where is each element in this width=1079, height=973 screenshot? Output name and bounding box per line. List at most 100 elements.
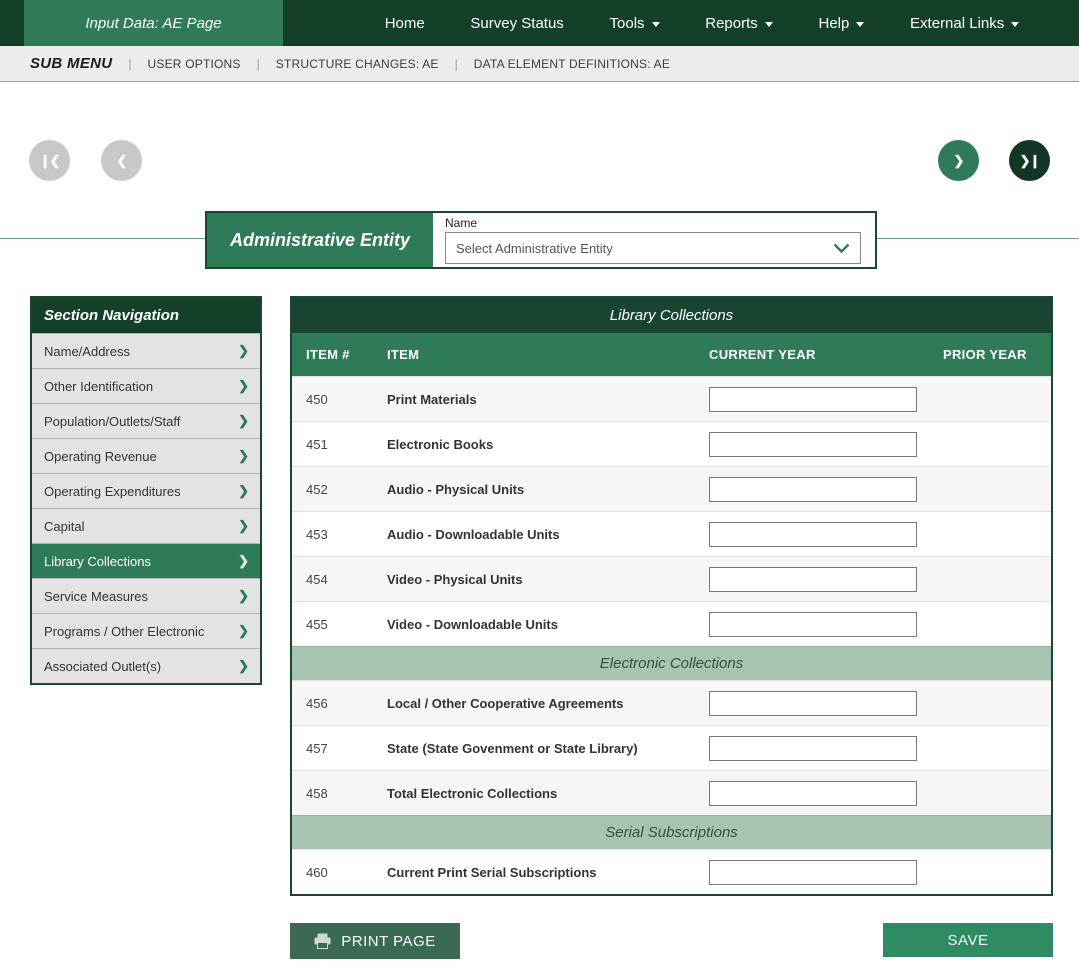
table-column-header: ITEM # ITEM CURRENT YEAR PRIOR YEAR [292, 333, 1051, 376]
current-year-input-460[interactable] [709, 860, 917, 885]
submenu-title: SUB MENU [30, 55, 112, 72]
table-title: Library Collections [292, 298, 1051, 333]
submenu-item-user-options[interactable]: USER OPTIONS [148, 57, 241, 71]
next-page-icon: ❯ [954, 153, 964, 169]
table-section-header-serial-subscriptions: Serial Subscriptions [292, 815, 1051, 849]
admin-entity-select[interactable]: Select Administrative Entity [445, 232, 861, 264]
table-row-458: 458Total Electronic Collections [292, 770, 1051, 815]
current-year-cell [699, 567, 927, 592]
sidebar-item-name-address[interactable]: Name/Address ❯ [32, 333, 260, 368]
current-year-cell [699, 612, 927, 637]
table-row-460: 460Current Print Serial Subscriptions [292, 849, 1051, 894]
submenu-item-data-element-definitions-ae[interactable]: DATA ELEMENT DEFINITIONS: AE [474, 57, 670, 71]
current-year-cell [699, 477, 927, 502]
current-year-cell [699, 522, 927, 547]
item-label: Audio - Physical Units [387, 482, 699, 497]
item-number: 453 [292, 527, 387, 542]
save-button[interactable]: SAVE [883, 923, 1053, 957]
sidebar-item-label: Name/Address [44, 344, 130, 359]
last-page-icon: ❯❙ [1020, 153, 1040, 169]
submenu-separator: | [257, 57, 260, 71]
item-number: 456 [292, 696, 387, 711]
submenu-item-structure-changes-ae[interactable]: STRUCTURE CHANGES: AE [276, 57, 439, 71]
chevron-right-icon: ❯ [238, 623, 249, 639]
col-current-year: CURRENT YEAR [699, 347, 927, 362]
sidebar-item-label: Operating Revenue [44, 449, 157, 464]
nav-item-home[interactable]: Home [385, 15, 425, 32]
caret-down-icon [652, 22, 660, 27]
nav-item-input-data-ae-page[interactable]: Input Data: AE Page [24, 0, 283, 46]
sidebar-item-programs-other-electronic[interactable]: Programs / Other Electronic ❯ [32, 613, 260, 648]
submenu-separator: | [128, 57, 131, 71]
nav-item-tools[interactable]: Tools [610, 15, 660, 32]
current-year-input-453[interactable] [709, 522, 917, 547]
sidebar-item-associated-outlet-s[interactable]: Associated Outlet(s)❯ [32, 648, 260, 683]
submenu-separator: | [455, 57, 458, 71]
current-year-cell [699, 691, 927, 716]
col-item: ITEM [387, 347, 699, 362]
chevron-right-icon: ❯ [238, 518, 249, 534]
chevron-right-icon: ❯ [238, 343, 249, 359]
nav-item-survey-status[interactable]: Survey Status [470, 15, 563, 32]
sidebar-item-library-collections[interactable]: Library Collections❯ [32, 543, 260, 578]
print-page-button[interactable]: PRINT PAGE [290, 923, 460, 959]
nav-item-reports[interactable]: Reports [705, 15, 773, 32]
next-page-button[interactable]: ❯ [938, 140, 979, 181]
nav-item-label: Reports [705, 15, 758, 32]
first-page-icon: ❙❮ [40, 153, 60, 169]
sidebar-item-population-outlets-staff[interactable]: Population/Outlets/Staff ❯ [32, 403, 260, 438]
table-row-452: 452Audio - Physical Units [292, 466, 1051, 511]
sidebar-item-label: Library Collections [44, 554, 151, 569]
col-prior-year: PRIOR YEAR [927, 347, 1051, 362]
entity-selector-body: Name Select Administrative Entity [433, 213, 875, 267]
nav-item-help[interactable]: Help [818, 15, 864, 32]
submenu-bar: SUB MENU | USER OPTIONS | STRUCTURE CHANGES… [0, 46, 1079, 82]
current-year-cell [699, 736, 927, 761]
entity-selector-box: Administrative Entity Name Select Admini… [205, 211, 877, 269]
sidebar-item-label: Capital [44, 519, 84, 534]
sidebar-item-capital[interactable]: Capital ❯ [32, 508, 260, 543]
table-row-454: 454Video - Physical Units [292, 556, 1051, 601]
print-page-label: PRINT PAGE [341, 933, 435, 950]
item-label: Total Electronic Collections [387, 786, 699, 801]
current-year-input-450[interactable] [709, 387, 917, 412]
chevron-right-icon: ❯ [238, 413, 249, 429]
current-year-input-451[interactable] [709, 432, 917, 457]
sidebar-item-service-measures[interactable]: Service Measures❯ [32, 578, 260, 613]
item-label: Print Materials [387, 392, 699, 407]
current-year-input-452[interactable] [709, 477, 917, 502]
item-label: Audio - Downloadable Units [387, 527, 699, 542]
entity-selector-band: ❙❮ ❮ Administrative Entity Name Select A… [0, 82, 1079, 239]
table-row-455: 455Video - Downloadable Units [292, 601, 1051, 646]
table-row-453: 453Audio - Downloadable Units [292, 511, 1051, 556]
nav-item-label: External Links [910, 15, 1004, 32]
sidebar-item-operating-revenue[interactable]: Operating Revenue❯ [32, 438, 260, 473]
nav-item-external-links[interactable]: External Links [910, 15, 1019, 32]
current-year-input-457[interactable] [709, 736, 917, 761]
sidebar-item-label: Population/Outlets/Staff [44, 414, 180, 429]
col-item-number: ITEM # [292, 347, 387, 362]
nav-item-label: Survey Status [470, 15, 563, 32]
sidebar-item-other-identification[interactable]: Other Identification❯ [32, 368, 260, 403]
table-row-450: 450Print Materials [292, 376, 1051, 421]
sidebar-item-label: Programs / Other Electronic [44, 624, 204, 639]
item-number: 450 [292, 392, 387, 407]
sidebar-item-operating-expenditures[interactable]: Operating Expenditures❯ [32, 473, 260, 508]
main-content: Section Navigation Name/Address ❯ Other Id… [0, 239, 1079, 959]
last-page-button[interactable]: ❯❙ [1009, 140, 1050, 181]
item-number: 454 [292, 572, 387, 587]
sidebar-item-label: Service Measures [44, 589, 148, 604]
first-page-button[interactable]: ❙❮ [29, 140, 70, 181]
previous-page-button[interactable]: ❮ [101, 140, 142, 181]
current-year-input-454[interactable] [709, 567, 917, 592]
current-year-input-455[interactable] [709, 612, 917, 637]
current-year-input-458[interactable] [709, 781, 917, 806]
current-year-input-456[interactable] [709, 691, 917, 716]
entity-selector-title: Administrative Entity [207, 213, 433, 267]
section-navigation-title: Section Navigation [32, 298, 260, 333]
submenu-items: | USER OPTIONS | STRUCTURE CHANGES: AE | DATA… [128, 57, 670, 71]
item-label: State (State Govenment or State Library) [387, 741, 699, 756]
table-section-header-electronic-collections: Electronic Collections [292, 646, 1051, 680]
navbar-items: Home Survey Status Tools Reports Help Externa… [283, 0, 1079, 46]
item-number: 455 [292, 617, 387, 632]
